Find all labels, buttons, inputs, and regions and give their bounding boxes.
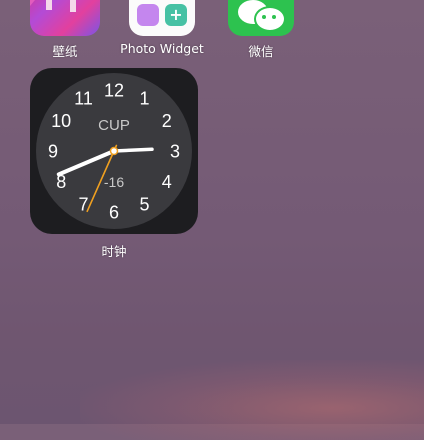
clock-number: 2 [162, 111, 172, 131]
bubble-eye [262, 15, 266, 19]
wallpaper-app-label: 壁纸 [52, 44, 78, 59]
clock-number: 6 [109, 203, 119, 223]
wallpaper-glow [80, 360, 424, 440]
bubble-eye [272, 15, 276, 19]
minute-hand [112, 147, 154, 153]
clock-face: 12 1234567891011 CUP -16 [36, 73, 192, 229]
photo-widget-app-icon[interactable]: + [129, 0, 195, 36]
wallpaper-icon-shape [70, 0, 76, 12]
plus-icon: + [165, 4, 187, 26]
photo-widget-app-label: Photo Widget [120, 41, 204, 56]
clock-offset-label: -16 [104, 174, 124, 190]
clock-number: 9 [48, 142, 58, 162]
clock-number: 4 [162, 172, 172, 192]
clock-city-label: CUP [98, 117, 130, 134]
clock-widget-label: 时钟 [101, 244, 127, 259]
clock-number: 5 [139, 194, 149, 214]
purple-square-icon [137, 4, 159, 26]
clock-center-pin [109, 146, 119, 156]
clock-widget[interactable]: 12 1 2 3 4 5 6 7 8 9 10 11 CUP -16 [30, 68, 198, 234]
wallpaper-icon-shape [46, 0, 52, 10]
clock-number: 10 [51, 111, 71, 131]
wechat-app-icon[interactable] [228, 0, 294, 36]
chat-bubble-icon [254, 6, 286, 32]
wallpaper-icon-shape [30, 0, 60, 6]
clock-number: 11 [74, 89, 93, 109]
clock-number: 1 [139, 89, 149, 109]
wechat-app-label: 微信 [248, 44, 274, 59]
clock-number: 12 [104, 81, 124, 101]
clock-number: 3 [170, 142, 180, 162]
wallpaper-app-icon[interactable] [30, 0, 100, 36]
